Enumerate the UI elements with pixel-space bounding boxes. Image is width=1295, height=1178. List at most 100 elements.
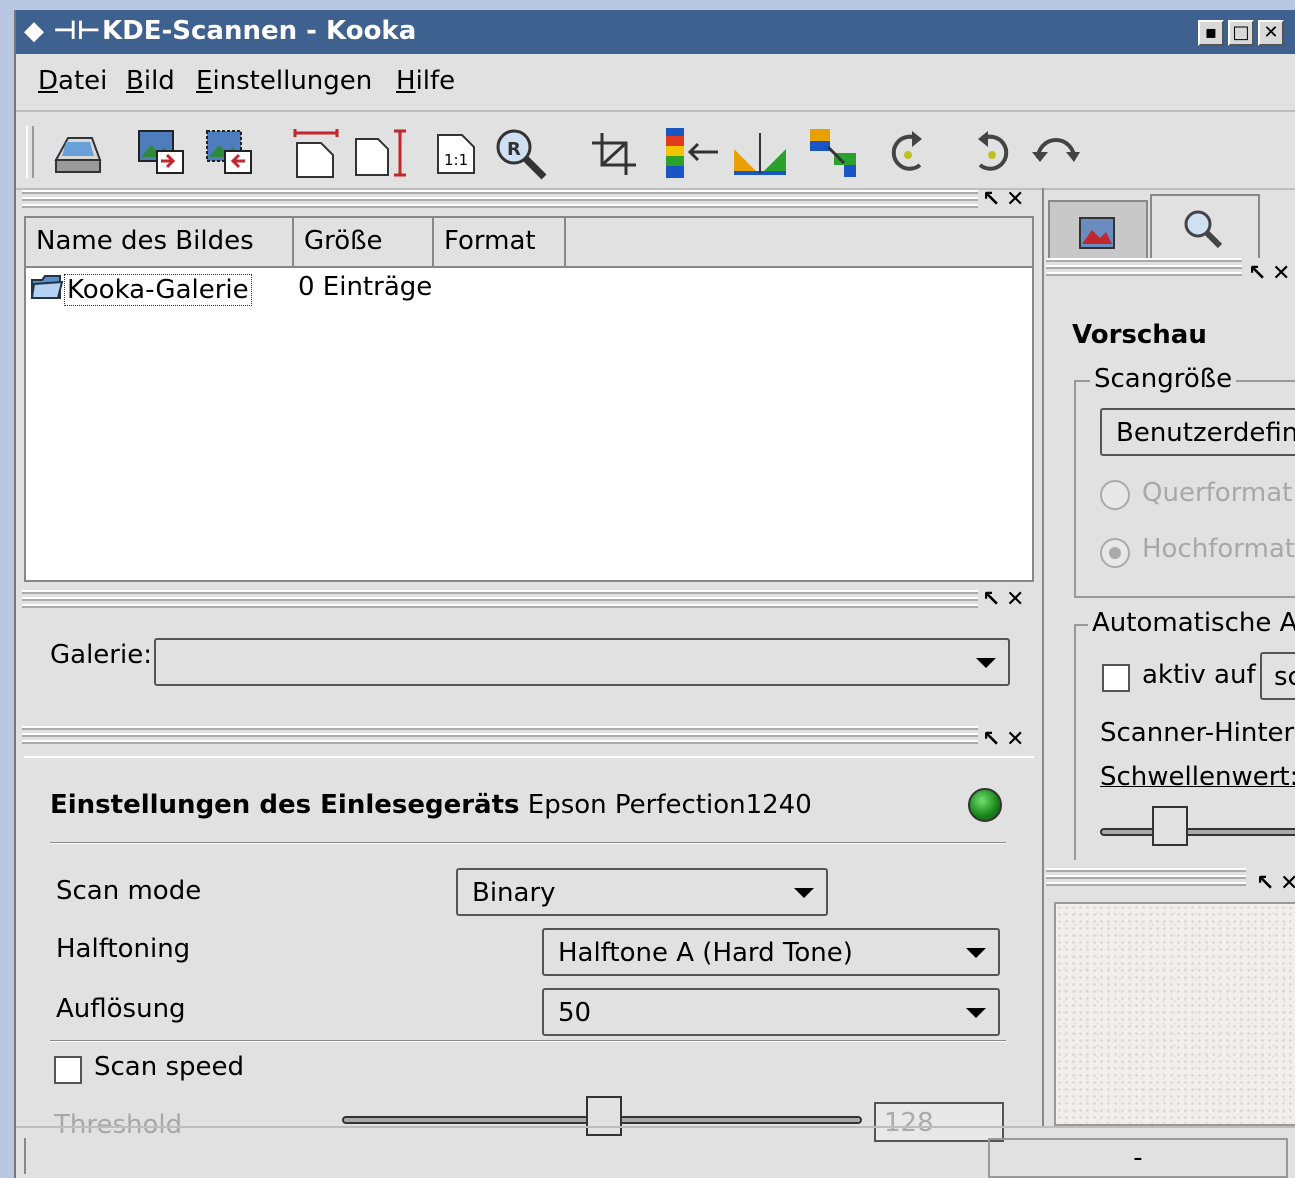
- divider: [50, 842, 1006, 844]
- toolbar: 1:1 R: [16, 114, 1295, 190]
- scanner-background-label: Scanner-Hinter: [1100, 718, 1295, 748]
- preview-side-panel: ↖ ✕ Vorschau Scangröße Benutzerdefini Qu…: [1042, 188, 1295, 1128]
- menu-hilfe[interactable]: Hilfe: [396, 66, 455, 96]
- column-format[interactable]: Format: [434, 218, 566, 268]
- menu-bild-label: ild: [143, 66, 175, 96]
- scan-speed-checkbox[interactable]: [54, 1056, 82, 1084]
- title-bar[interactable]: ◆ ⊣⊢ KDE-Scannen - Kooka ▪ □ ✕: [16, 10, 1295, 54]
- menu-bild[interactable]: Bild: [126, 66, 175, 96]
- auto-active-label: aktiv auf: [1142, 660, 1256, 690]
- mirror-both-icon[interactable]: [806, 126, 862, 180]
- menu-datei-mnemonic: D: [38, 66, 59, 96]
- window-menu-icon[interactable]: ◆ ⊣⊢: [24, 16, 101, 46]
- menu-datei-label: atei: [58, 66, 108, 96]
- window-title: KDE-Scannen - Kooka: [102, 16, 417, 46]
- portrait-label: Hochformat: [1142, 534, 1295, 564]
- gallery-list[interactable]: Name des Bildes Größe Format Kooka-Galer…: [24, 216, 1034, 582]
- gallery-dock-header[interactable]: [22, 190, 978, 210]
- divider: [50, 1040, 1006, 1042]
- rotate-clockwise-icon[interactable]: [882, 126, 938, 180]
- chevron-down-icon: [966, 948, 986, 958]
- halftoning-value: Halftone A (Hard Tone): [558, 938, 853, 968]
- resolution-label: Auflösung: [56, 994, 186, 1024]
- rotate-180-icon[interactable]: [1028, 126, 1084, 180]
- scanner-close-icon[interactable]: ✕: [1006, 729, 1024, 751]
- menu-hilfe-label: ilfe: [415, 66, 456, 96]
- column-filler: [566, 218, 1032, 268]
- resolution-select[interactable]: 50: [542, 988, 1000, 1036]
- close-button[interactable]: ✕: [1258, 20, 1284, 46]
- zoom-tab[interactable]: [1150, 194, 1260, 258]
- preview-undock-icon[interactable]: ↖: [1248, 263, 1266, 285]
- thumbnail-dock-header[interactable]: [1046, 868, 1246, 888]
- auto-active-select[interactable]: sc: [1260, 652, 1295, 700]
- menu-einstellungen[interactable]: Einstellungen: [196, 66, 372, 96]
- scanner-undock-icon[interactable]: ↖: [982, 729, 1000, 751]
- scanner-settings-panel: Einstellungen des Einlesegeräts Epson Pe…: [24, 756, 1034, 1176]
- mirror-horizontal-icon[interactable]: [732, 126, 788, 180]
- preview-tab-icon: [1079, 217, 1115, 249]
- scanner-dock-header[interactable]: [22, 726, 978, 746]
- status-left-field: [24, 1138, 26, 1174]
- preview-image[interactable]: [1054, 902, 1295, 1126]
- scan-size-select[interactable]: Benutzerdefini: [1100, 408, 1295, 456]
- halftoning-select[interactable]: Halftone A (Hard Tone): [542, 928, 1000, 976]
- gallery-close-icon[interactable]: ✕: [1006, 189, 1024, 211]
- fit-height-icon[interactable]: [354, 126, 410, 180]
- radio-dot: [1109, 547, 1121, 559]
- galerie-close-icon[interactable]: ✕: [1006, 589, 1024, 611]
- list-item-size: 0 Einträge: [298, 272, 433, 302]
- menu-hilfe-mnemonic: H: [396, 66, 416, 96]
- list-item[interactable]: Kooka-Galerie 0 Einträge: [30, 272, 432, 309]
- scan-mode-value: Binary: [472, 878, 556, 908]
- crop-icon[interactable]: [586, 126, 642, 180]
- original-size-icon[interactable]: 1:1: [428, 126, 484, 180]
- menu-bild-mnemonic: B: [126, 66, 144, 96]
- preview-close-icon[interactable]: ✕: [1272, 263, 1290, 285]
- original-size-text: 1:1: [444, 151, 468, 169]
- toolbar-grip[interactable]: [26, 126, 34, 178]
- list-item-name: Kooka-Galerie: [64, 274, 252, 306]
- scanner-settings-title: Einstellungen des Einlesegeräts Epson Pe…: [50, 790, 812, 820]
- auto-threshold-slider-handle[interactable]: [1152, 806, 1188, 846]
- landscape-label: Querformat: [1142, 478, 1293, 508]
- halftoning-label: Halftoning: [56, 934, 191, 964]
- gallery-undock-icon[interactable]: ↖: [982, 189, 1000, 211]
- auto-detect-group-title: Automatische A: [1088, 608, 1295, 638]
- chevron-down-icon: [976, 658, 996, 668]
- column-name[interactable]: Name des Bildes: [26, 218, 294, 268]
- rotate-counterclockwise-icon[interactable]: [962, 126, 1018, 180]
- auto-threshold-slider[interactable]: [1100, 828, 1295, 836]
- status-right-field: -: [988, 1138, 1288, 1178]
- galerie-combobox[interactable]: [154, 638, 1010, 686]
- auto-active-checkbox[interactable]: [1102, 664, 1130, 692]
- thumbnail-undock-icon[interactable]: ↖: [1256, 873, 1274, 895]
- maximize-button[interactable]: □: [1228, 20, 1254, 46]
- menu-datei[interactable]: Datei: [38, 66, 107, 96]
- scanner-status-icon: [968, 788, 1002, 822]
- galerie-undock-icon[interactable]: ↖: [982, 589, 1000, 611]
- scanner-settings-heading: Einstellungen des Einlesegeräts: [50, 790, 520, 820]
- galerie-dock-header[interactable]: [22, 590, 978, 610]
- mirror-vertical-icon[interactable]: [664, 126, 720, 180]
- gallery-export-icon[interactable]: [134, 126, 190, 180]
- zoom-tab-icon: [1184, 210, 1223, 249]
- column-size[interactable]: Größe: [294, 218, 434, 268]
- gallery-import-icon[interactable]: [202, 126, 258, 180]
- preview-dock-header[interactable]: [1046, 258, 1242, 278]
- scan-mode-select[interactable]: Binary: [456, 868, 828, 916]
- menu-einstellungen-mnemonic: E: [196, 66, 213, 96]
- galerie-label: Galerie:: [50, 640, 152, 670]
- scanner-icon[interactable]: [50, 126, 106, 180]
- fit-width-icon[interactable]: [288, 126, 344, 180]
- resolution-value: 50: [558, 998, 592, 1028]
- minimize-button[interactable]: ▪: [1198, 20, 1224, 46]
- landscape-radio[interactable]: [1100, 480, 1130, 510]
- ocr-icon[interactable]: R: [492, 126, 548, 180]
- menu-bar: Datei Bild Einstellungen Hilfe: [16, 54, 1295, 112]
- thumbnail-close-icon[interactable]: ✕: [1280, 873, 1295, 895]
- portrait-radio[interactable]: [1100, 538, 1130, 568]
- preview-tab[interactable]: [1048, 200, 1148, 264]
- auto-active-value: sc: [1274, 662, 1295, 692]
- auto-threshold-label: Schwellenwert:: [1100, 762, 1295, 792]
